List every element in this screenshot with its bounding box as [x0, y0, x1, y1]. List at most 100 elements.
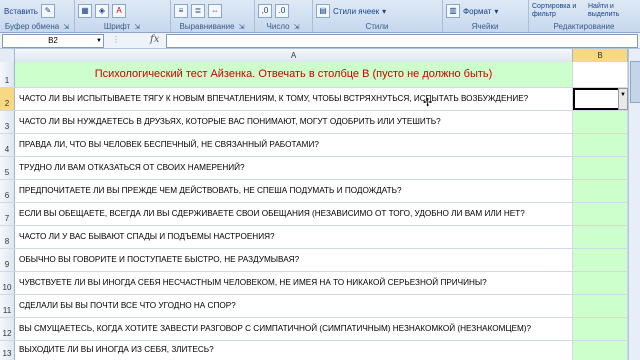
question-cell[interactable]: ВЫ СМУЩАЕТЕСЬ, КОГДА ХОТИТЕ ЗАВЕСТИ РАЗГ…: [15, 318, 573, 340]
group-label: Буфер обмена: [4, 22, 60, 31]
format-icon[interactable]: ▥: [446, 4, 460, 18]
answer-cell[interactable]: [573, 318, 628, 340]
decrease-decimal-icon[interactable]: .0: [275, 4, 289, 18]
styles-group: ▤ Стили ячеек ▾ Стили: [312, 0, 443, 32]
insert-function-button[interactable]: fx: [150, 34, 159, 45]
table-row: 6 ПРЕДПОЧИТАЕТЕ ЛИ ВЫ ПРЕЖДЕ ЧЕМ ДЕЙСТВО…: [0, 180, 640, 203]
chevron-down-icon[interactable]: ▼: [96, 35, 102, 47]
table-row: 11 СДЕЛАЛИ БЫ ВЫ ПОЧТИ ВСЕ ЧТО УГОДНО НА…: [0, 295, 640, 318]
table-row: 5 ТРУДНО ЛИ ВАМ ОТКАЗАТЬСЯ ОТ СВОИХ НАМЕ…: [0, 157, 640, 180]
align-center-icon[interactable]: ≣: [191, 4, 205, 18]
row-header[interactable]: 10: [0, 272, 15, 294]
question-cell[interactable]: ЧАСТО ЛИ У ВАС БЫВАЮТ СПАДЫ И ПОДЪЕМЫ НА…: [15, 226, 573, 248]
number-group: ,0 .0 Число ⇲: [254, 0, 313, 32]
fill-color-icon[interactable]: ◈: [95, 4, 109, 18]
answer-cell[interactable]: [573, 62, 628, 87]
merge-icon[interactable]: ⇔: [208, 4, 222, 18]
answer-cell[interactable]: [573, 157, 628, 179]
row-header[interactable]: 6: [0, 180, 15, 202]
cell-name: B2: [48, 36, 58, 45]
row-header[interactable]: 9: [0, 249, 15, 271]
row-header[interactable]: 5: [0, 157, 15, 179]
dialog-launcher-icon[interactable]: ⇲: [239, 24, 245, 31]
cell-styles-icon[interactable]: ▤: [316, 4, 330, 18]
row-header[interactable]: 3: [0, 111, 15, 133]
cell-styles-button[interactable]: Стили ячеек: [333, 7, 379, 16]
answer-cell[interactable]: [573, 134, 628, 156]
row-header[interactable]: 13: [0, 341, 15, 360]
increase-decimal-icon[interactable]: ,0: [258, 4, 272, 18]
answer-cell[interactable]: [573, 295, 628, 317]
group-label: Шрифт: [103, 22, 131, 31]
question-cell[interactable]: ВЫХОДИТЕ ЛИ ВЫ ИНОГДА ИЗ СЕБЯ, ЗЛИТЕСЬ?: [15, 341, 573, 360]
borders-icon[interactable]: ▦: [78, 4, 92, 18]
question-cell[interactable]: ТРУДНО ЛИ ВАМ ОТКАЗАТЬСЯ ОТ СВОИХ НАМЕРЕ…: [15, 157, 573, 179]
format-painter-icon[interactable]: ✎: [40, 4, 55, 18]
alignment-group: ≡ ≣ ⇔ Выравнивание ⇲: [170, 0, 255, 32]
question-cell[interactable]: ОБЫЧНО ВЫ ГОВОРИТЕ И ПОСТУПАЕТЕ БЫСТРО, …: [15, 249, 573, 271]
question-cell[interactable]: ЧАСТО ЛИ ВЫ ИСПЫТЫВАЕТЕ ТЯГУ К НОВЫМ ВПЕ…: [15, 88, 573, 110]
table-row: 9 ОБЫЧНО ВЫ ГОВОРИТЕ И ПОСТУПАЕТЕ БЫСТРО…: [0, 249, 640, 272]
paste-button[interactable]: Вставить: [4, 7, 38, 16]
font-color-icon[interactable]: A: [112, 4, 126, 18]
group-label: Число: [266, 22, 290, 31]
column-header-b[interactable]: B: [573, 49, 628, 62]
table-row: 13 ВЫХОДИТЕ ЛИ ВЫ ИНОГДА ИЗ СЕБЯ, ЗЛИТЕС…: [0, 341, 640, 360]
row-header[interactable]: 2: [0, 88, 15, 110]
dropdown-arrow-icon[interactable]: ▼: [618, 88, 628, 110]
row-header[interactable]: 11: [0, 295, 15, 317]
answer-cell[interactable]: [573, 341, 628, 360]
table-row: 1 Психологический тест Айзенка. Отвечать…: [0, 62, 640, 88]
answer-cell[interactable]: [573, 203, 628, 225]
format-button[interactable]: Формат: [463, 7, 491, 16]
ribbon: Вставить ✎ Буфер обмена ⇲ ▦ ◈ A Шрифт ⇲ ≡ …: [0, 0, 640, 33]
answer-cell[interactable]: [573, 180, 628, 202]
vertical-scrollbar[interactable]: [628, 49, 640, 360]
editing-group: Сортировка и фильтр Найти и выделить Ред…: [528, 0, 640, 32]
cells-group: ▥ Формат ▾ Ячейки: [442, 0, 529, 32]
title-cell[interactable]: Психологический тест Айзенка. Отвечать в…: [15, 62, 573, 87]
table-row: 10 ЧУВСТВУЕТЕ ЛИ ВЫ ИНОГДА СЕБЯ НЕСЧАСТН…: [0, 272, 640, 295]
answer-cell[interactable]: [573, 111, 628, 133]
column-headers: A B: [0, 49, 640, 63]
table-row: 8 ЧАСТО ЛИ У ВАС БЫВАЮТ СПАДЫ И ПОДЪЕМЫ …: [0, 226, 640, 249]
dialog-launcher-icon[interactable]: ⇲: [134, 24, 140, 31]
answer-cell[interactable]: [573, 272, 628, 294]
group-label: Стили: [365, 22, 389, 31]
dialog-launcher-icon[interactable]: ⇲: [63, 24, 69, 31]
group-label: Ячейки: [471, 22, 499, 31]
separator-icon: ⋮: [112, 35, 120, 44]
row-header[interactable]: 12: [0, 318, 15, 340]
table-row: 4 ПРАВДА ЛИ, ЧТО ВЫ ЧЕЛОВЕК БЕСПЕЧНЫЙ, Н…: [0, 134, 640, 157]
row-header[interactable]: 8: [0, 226, 15, 248]
table-row: 3 ЧАСТО ЛИ ВЫ НУЖДАЕТЕСЬ В ДРУЗЬЯХ, КОТО…: [0, 111, 640, 134]
group-label: Редактирование: [553, 22, 615, 31]
question-cell[interactable]: ЧУВСТВУЕТЕ ЛИ ВЫ ИНОГДА СЕБЯ НЕСЧАСТНЫМ …: [15, 272, 573, 294]
select-all-button[interactable]: [0, 49, 15, 62]
chevron-down-icon[interactable]: ▾: [382, 7, 386, 16]
column-header-a[interactable]: A: [15, 49, 573, 62]
align-left-icon[interactable]: ≡: [174, 4, 188, 18]
name-box[interactable]: B2 ▼: [2, 34, 104, 48]
formula-input[interactable]: [166, 34, 638, 48]
sort-filter-button[interactable]: Сортировка и фильтр: [532, 3, 582, 19]
question-cell[interactable]: ЧАСТО ЛИ ВЫ НУЖДАЕТЕСЬ В ДРУЗЬЯХ, КОТОРЫ…: [15, 111, 573, 133]
answer-cell[interactable]: [573, 226, 628, 248]
row-header[interactable]: 1: [0, 62, 15, 87]
table-row: 2 ЧАСТО ЛИ ВЫ ИСПЫТЫВАЕТЕ ТЯГУ К НОВЫМ В…: [0, 88, 640, 111]
find-select-button[interactable]: Найти и выделить: [588, 3, 628, 19]
cursor-icon: ✢: [423, 97, 433, 109]
table-row: 7 ЕСЛИ ВЫ ОБЕЩАЕТЕ, ВСЕГДА ЛИ ВЫ СДЕРЖИВ…: [0, 203, 640, 226]
row-header[interactable]: 4: [0, 134, 15, 156]
clipboard-group: Вставить ✎ Буфер обмена ⇲: [0, 0, 75, 32]
scrollbar-thumb[interactable]: [630, 61, 640, 103]
answer-cell[interactable]: [573, 249, 628, 271]
group-label: Выравнивание: [179, 22, 235, 31]
row-header[interactable]: 7: [0, 203, 15, 225]
question-cell[interactable]: ПРАВДА ЛИ, ЧТО ВЫ ЧЕЛОВЕК БЕСПЕЧНЫЙ, НЕ …: [15, 134, 573, 156]
chevron-down-icon[interactable]: ▾: [494, 7, 498, 16]
question-cell[interactable]: ЕСЛИ ВЫ ОБЕЩАЕТЕ, ВСЕГДА ЛИ ВЫ СДЕРЖИВАЕ…: [15, 203, 573, 225]
dialog-launcher-icon[interactable]: ⇲: [294, 24, 300, 31]
question-cell[interactable]: ПРЕДПОЧИТАЕТЕ ЛИ ВЫ ПРЕЖДЕ ЧЕМ ДЕЙСТВОВА…: [15, 180, 573, 202]
question-cell[interactable]: СДЕЛАЛИ БЫ ВЫ ПОЧТИ ВСЕ ЧТО УГОДНО НА СП…: [15, 295, 573, 317]
